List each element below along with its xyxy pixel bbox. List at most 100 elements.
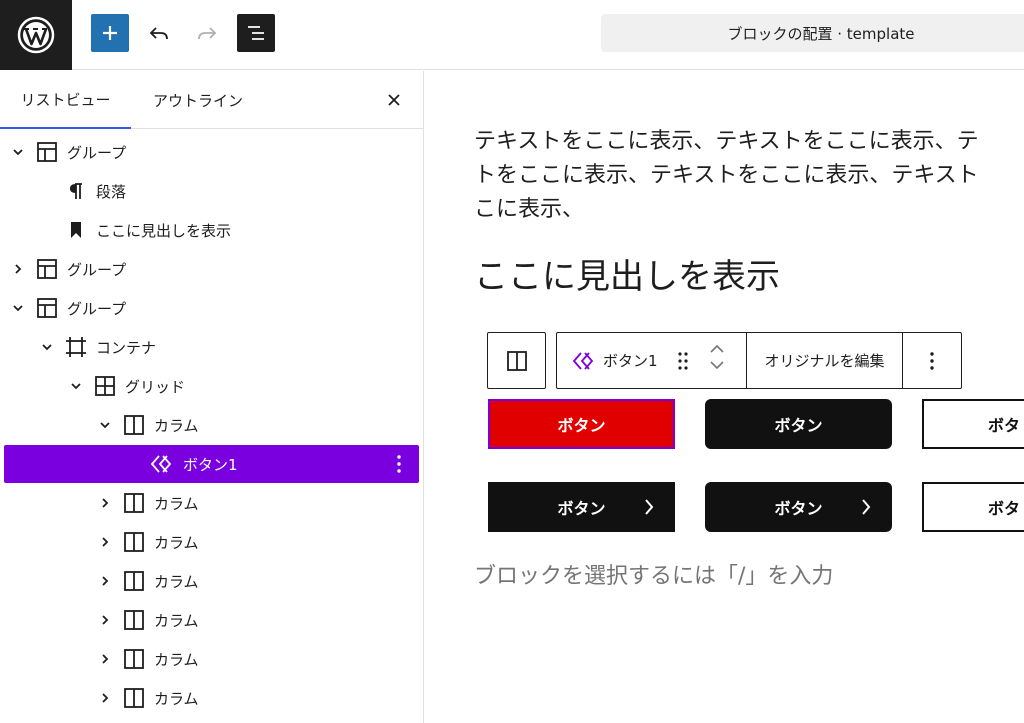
chevron-right-icon — [645, 499, 654, 515]
block-movers — [709, 343, 725, 371]
tree-item-label: カラム — [154, 572, 199, 591]
list-view-icon — [248, 26, 264, 40]
tab-list-view[interactable]: リストビュー — [0, 71, 131, 129]
sidebar-tabs: リストビュー アウトライン — [0, 71, 423, 129]
button-dark-rounded-arrow[interactable]: ボタン — [705, 482, 892, 532]
column-icon — [122, 491, 146, 515]
plus-icon — [103, 26, 117, 40]
tree-item-label: カラム — [154, 533, 199, 552]
redo-button[interactable] — [190, 14, 224, 52]
move-up-icon[interactable] — [709, 343, 725, 355]
paragraph-line: トをここに表示、テキストをここに表示、テキスト — [474, 163, 979, 188]
chevron-right-icon — [862, 499, 871, 515]
button-dark-rounded[interactable]: ボタン — [705, 399, 892, 449]
container-icon — [64, 335, 88, 359]
editor-header: ブロックの配置 · template — [0, 0, 1024, 70]
block-options-button[interactable] — [903, 333, 961, 388]
paragraph-line: テキストをここに表示、テキストをここに表示、テ — [474, 129, 979, 154]
column-icon — [122, 569, 146, 593]
editor-canvas[interactable]: テキストをここに表示、テキストをここに表示、テ トをここに表示、テキストをここに… — [425, 71, 1024, 723]
button-block-icon — [151, 452, 175, 476]
chevron-right-icon[interactable] — [98, 652, 112, 666]
button-label: ボタン — [557, 499, 606, 518]
tree-item-label: グループ — [67, 260, 127, 279]
tree-item-button-selected[interactable]: ボタン1 — [4, 445, 419, 483]
tree-item-column[interactable]: カラム — [4, 601, 419, 639]
chevron-down-icon[interactable] — [11, 145, 25, 159]
tree-item-paragraph[interactable]: 段落 — [4, 172, 419, 210]
chevron-down-icon[interactable] — [11, 301, 25, 315]
list-view-toggle-button[interactable] — [237, 14, 275, 52]
tab-outline[interactable]: アウトライン — [136, 71, 260, 129]
tree-item-group[interactable]: グループ — [4, 250, 419, 288]
tree-item-container[interactable]: コンテナ — [4, 328, 419, 366]
paragraph-block[interactable]: テキストをここに表示、テキストをここに表示、テ トをここに表示、テキストをここに… — [474, 125, 1024, 227]
tree-item-column[interactable]: カラム — [4, 562, 419, 600]
wordpress-logo-icon[interactable] — [0, 0, 72, 70]
column-icon — [122, 413, 146, 437]
move-down-icon[interactable] — [709, 359, 725, 371]
button-label: ボタン — [774, 499, 823, 518]
chevron-right-icon[interactable] — [11, 262, 25, 276]
tree-item-grid[interactable]: グリッド — [4, 367, 419, 405]
tree-item-group[interactable]: グループ — [4, 133, 419, 171]
select-parent-block-button[interactable] — [487, 332, 546, 389]
tree-item-group[interactable]: グループ — [4, 289, 419, 327]
tree-item-label: 段落 — [96, 182, 127, 201]
undo-button[interactable] — [142, 14, 176, 52]
block-type-switcher[interactable]: ボタン1 — [557, 333, 747, 388]
tree-item-label: ボタン1 — [183, 455, 238, 474]
heading-block[interactable]: ここに見出しを表示 — [474, 255, 780, 299]
chevron-right-icon[interactable] — [98, 496, 112, 510]
chevron-down-icon[interactable] — [98, 418, 112, 432]
tree-item-column[interactable]: カラム — [4, 406, 419, 444]
tree-item-label: カラム — [154, 650, 199, 669]
chevron-right-icon[interactable] — [98, 613, 112, 627]
close-sidebar-button[interactable] — [380, 86, 408, 114]
tree-item-label: カラム — [154, 611, 199, 630]
paragraph-line: こに表示、 — [474, 197, 585, 222]
group-icon — [35, 140, 59, 164]
edit-original-button[interactable]: オリジナルを編集 — [747, 333, 903, 388]
tree-item-label: グループ — [67, 299, 127, 318]
tree-item-heading[interactable]: ここに見出しを表示 — [4, 211, 419, 249]
heading-icon — [64, 218, 88, 242]
more-options-icon[interactable] — [389, 450, 409, 478]
paragraph-icon — [64, 179, 88, 203]
tree-item-column[interactable]: カラム — [4, 640, 419, 678]
button-outline-arrow[interactable]: ボタ — [922, 482, 1024, 532]
tree-item-label: グループ — [67, 143, 127, 162]
block-toolbar: ボタン1 オリジナルを編集 — [556, 332, 962, 389]
group-icon — [35, 257, 59, 281]
chevron-right-icon[interactable] — [98, 535, 112, 549]
button-block-icon — [573, 351, 594, 370]
column-icon — [122, 686, 146, 710]
chevron-down-icon[interactable] — [69, 379, 83, 393]
close-icon — [388, 94, 400, 106]
tree-item-label: カラム — [154, 689, 199, 708]
tree-item-label: グリッド — [125, 377, 186, 396]
tree-item-label: カラム — [154, 416, 199, 435]
button-red-selected[interactable]: ボタン — [488, 399, 675, 449]
add-block-button[interactable] — [91, 14, 129, 52]
block-toolbar-label: ボタン1 — [603, 352, 658, 370]
column-icon — [122, 530, 146, 554]
document-title[interactable]: ブロックの配置 · template — [601, 14, 1024, 52]
redo-icon — [198, 27, 217, 40]
tree-item-column[interactable]: カラム — [4, 523, 419, 561]
column-icon — [122, 647, 146, 671]
tree-item-label: カラム — [154, 494, 199, 513]
chevron-right-icon[interactable] — [98, 691, 112, 705]
tree-item-column[interactable]: カラム — [4, 484, 419, 522]
column-icon — [122, 608, 146, 632]
button-outline[interactable]: ボタ — [922, 399, 1024, 449]
chevron-right-icon[interactable] — [98, 574, 112, 588]
tree-item-column[interactable]: カラム — [4, 679, 419, 717]
group-icon — [35, 296, 59, 320]
chevron-down-icon[interactable] — [40, 340, 54, 354]
undo-icon — [149, 27, 168, 40]
drag-handle-icon[interactable] — [677, 351, 689, 375]
button-dark-arrow[interactable]: ボタン — [488, 482, 675, 532]
grid-icon — [93, 374, 117, 398]
block-appender-placeholder[interactable]: ブロックを選択するには「/」を入力 — [474, 558, 833, 590]
